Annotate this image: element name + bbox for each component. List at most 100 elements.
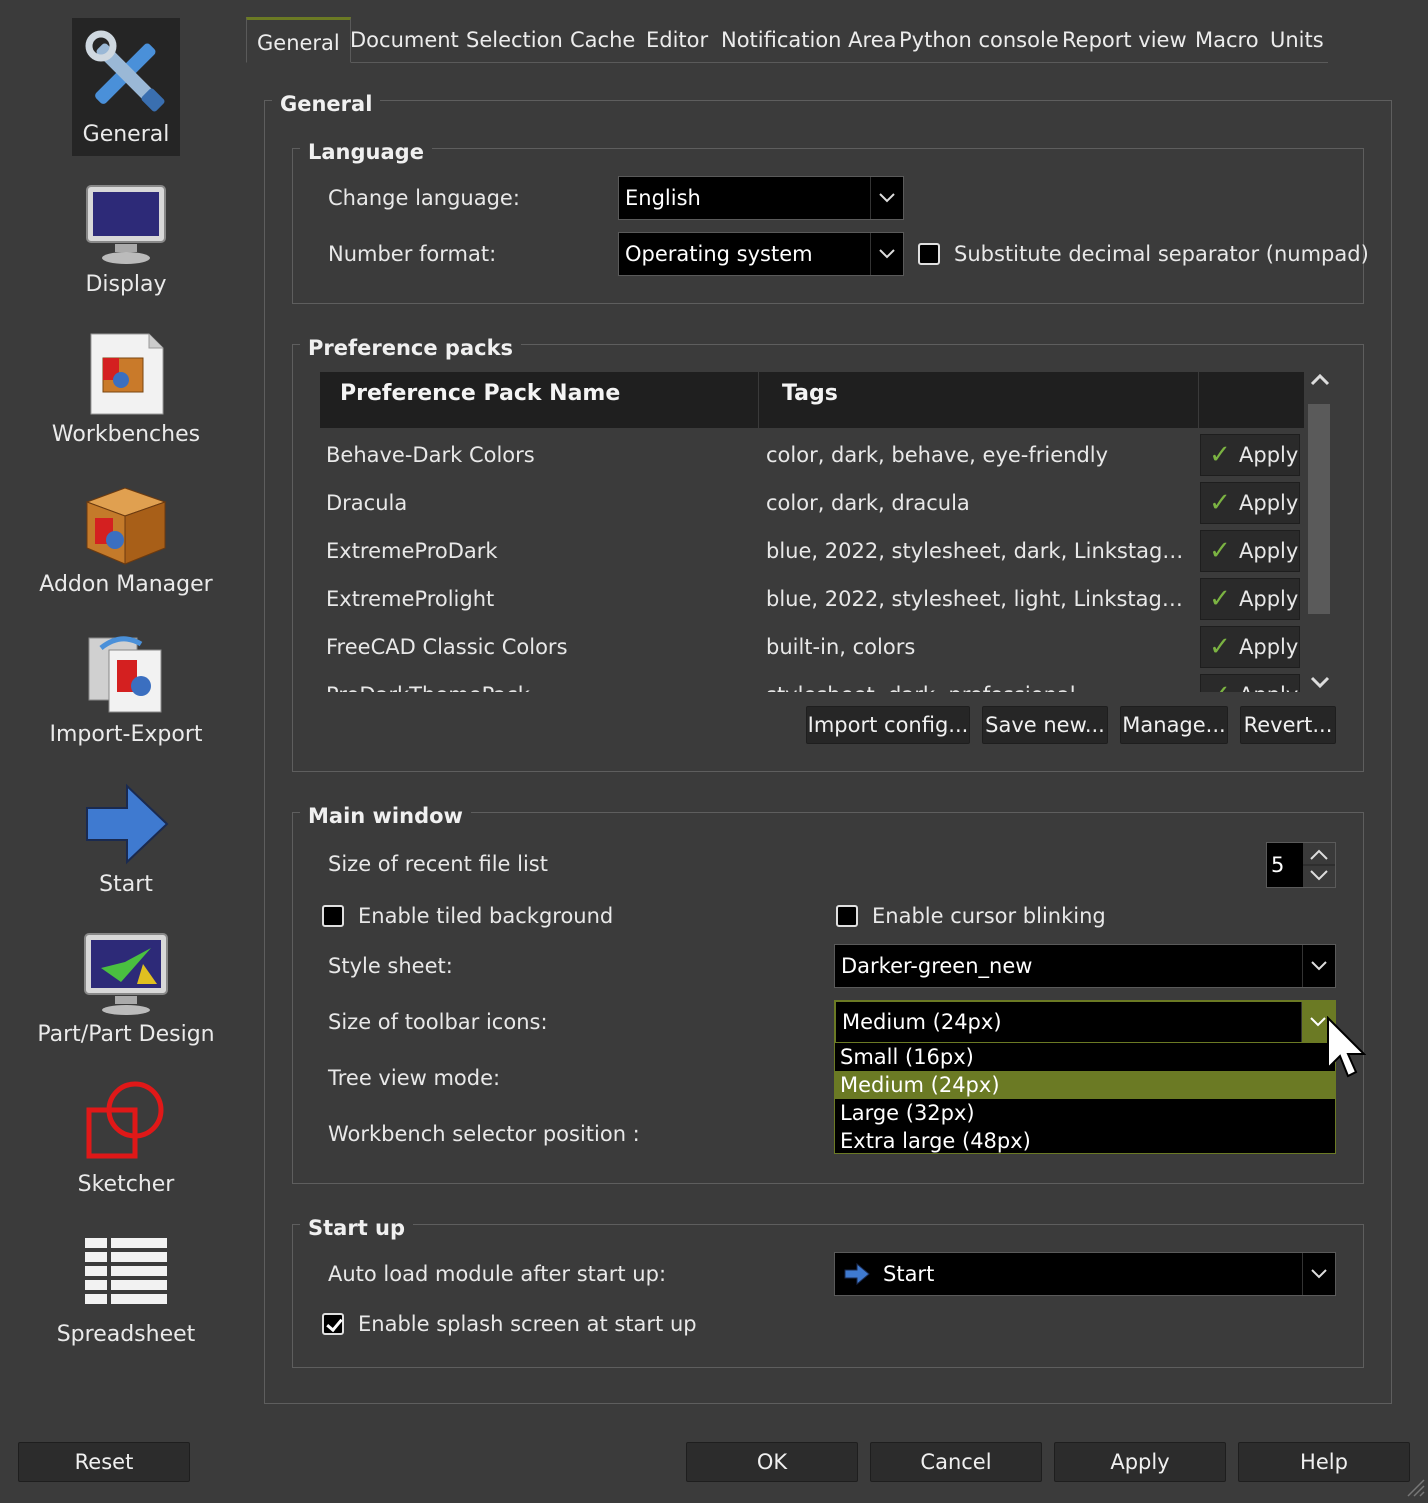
tab-report-view[interactable]: Report view <box>1062 18 1187 62</box>
reset-button[interactable]: Reset <box>18 1442 190 1482</box>
pack-tags-cell: blue, 2022, stylesheet, light, Linkstage… <box>766 587 1192 611</box>
apply-pack-label: Apply <box>1239 587 1299 611</box>
table-scrollbar[interactable] <box>1306 368 1334 694</box>
sidebar-item-general[interactable]: General <box>30 18 222 168</box>
sidebar-item-label: Workbenches <box>51 422 201 447</box>
table-row[interactable]: ProDarkThemePack stylesheet, dark, profes… <box>320 670 1304 692</box>
sidebar-item-workbenches[interactable]: Workbenches <box>30 318 222 468</box>
tiled-background-checkbox[interactable] <box>322 905 344 927</box>
tab-macro[interactable]: Macro <box>1195 18 1259 62</box>
revert-button[interactable]: Revert... <box>1240 706 1336 744</box>
monitor-icon <box>81 178 171 268</box>
tab-document[interactable]: Document <box>350 18 459 62</box>
pack-name-cell: FreeCAD Classic Colors <box>326 635 568 659</box>
resize-grip-icon[interactable] <box>1404 1476 1426 1498</box>
sidebar-item-import-export[interactable]: Import-Export <box>30 618 222 768</box>
language-select[interactable]: English <box>618 176 904 220</box>
tab-editor[interactable]: Editor <box>646 18 708 62</box>
table-row[interactable]: ExtremeProlight blue, 2022, stylesheet, l… <box>320 574 1304 622</box>
sidebar-item-spreadsheet[interactable]: Spreadsheet <box>30 1218 222 1368</box>
number-format-select-value: Operating system <box>625 242 813 266</box>
sidebar-item-label: General <box>82 122 170 147</box>
tab-general[interactable]: General <box>246 17 351 63</box>
mouse-cursor-icon <box>1326 1015 1367 1085</box>
dropdown-option-small[interactable]: Small (16px) <box>835 1043 1335 1071</box>
general-group-title: General <box>272 92 381 116</box>
sketcher-icon <box>81 1078 171 1168</box>
number-format-label: Number format: <box>328 242 497 266</box>
apply-pack-label: Apply <box>1239 635 1299 659</box>
cursor-blinking-label: Enable cursor blinking <box>872 904 1106 928</box>
apply-pack-label: Apply <box>1239 539 1299 563</box>
chevron-down-icon <box>870 233 903 275</box>
recent-file-spinbox[interactable]: 5 <box>1266 842 1336 888</box>
tree-view-mode-label: Tree view mode: <box>328 1066 501 1090</box>
apply-pack-button[interactable]: ✓ Apply <box>1200 578 1300 620</box>
apply-pack-button[interactable]: ✓ Apply <box>1200 530 1300 572</box>
sidebar-item-display[interactable]: Display <box>30 168 222 318</box>
tab-units[interactable]: Units <box>1270 18 1324 62</box>
sidebar-item-start[interactable]: Start <box>30 768 222 918</box>
tab-cache[interactable]: Cache <box>570 18 635 62</box>
arrow-right-icon <box>843 1262 871 1290</box>
preference-packs-title: Preference packs <box>300 336 522 360</box>
recent-file-list-label: Size of recent file list <box>328 852 548 876</box>
dropdown-option-large[interactable]: Large (32px) <box>835 1099 1335 1127</box>
chevron-down-icon <box>1302 1253 1335 1295</box>
table-row[interactable]: Dracula color, dark, dracula ✓ Apply <box>320 478 1304 526</box>
table-row[interactable]: Behave-Dark Colors color, dark, behave, e… <box>320 430 1304 478</box>
tab-python-console[interactable]: Python console <box>899 18 1059 62</box>
apply-pack-label: Apply <box>1239 491 1299 515</box>
apply-pack-button[interactable]: ✓ Apply <box>1200 674 1300 692</box>
sidebar-item-addon-manager[interactable]: Addon Manager <box>30 468 222 618</box>
startup-title: Start up <box>300 1216 414 1240</box>
apply-pack-button[interactable]: ✓ Apply <box>1200 482 1300 524</box>
pack-name-cell: ExtremeProDark <box>326 539 498 563</box>
substitute-decimal-label: Substitute decimal separator (numpad) <box>954 242 1369 266</box>
checkmark-icon: ✓ <box>1205 680 1235 692</box>
save-new-button[interactable]: Save new... <box>982 706 1108 744</box>
help-button[interactable]: Help <box>1238 1442 1410 1482</box>
checkmark-icon: ✓ <box>1209 488 1231 518</box>
sidebar-item-label: Sketcher <box>77 1172 175 1197</box>
table-row[interactable]: ExtremeProDark blue, 2022, stylesheet, da… <box>320 526 1304 574</box>
substitute-decimal-checkbox[interactable] <box>918 243 940 265</box>
import-export-icon <box>81 628 171 718</box>
tiled-background-label: Enable tiled background <box>358 904 614 928</box>
preference-packs-table: Preference Pack Name Tags Behave-Dark Co… <box>320 372 1304 692</box>
table-header: Preference Pack Name Tags <box>320 372 1304 428</box>
tab-selection[interactable]: Selection <box>466 18 563 62</box>
splash-screen-label: Enable splash screen at start up <box>358 1312 697 1336</box>
dropdown-option-extra-large[interactable]: Extra large (48px) <box>835 1127 1335 1155</box>
sidebar-item-sketcher[interactable]: Sketcher <box>30 1068 222 1218</box>
apply-pack-button[interactable]: ✓ Apply <box>1200 626 1300 668</box>
column-header-name[interactable]: Preference Pack Name <box>340 372 620 428</box>
table-row[interactable]: FreeCAD Classic Colors built-in, colors ✓ A… <box>320 622 1304 670</box>
cancel-button[interactable]: Cancel <box>870 1442 1042 1482</box>
autoload-select[interactable]: Start <box>834 1252 1336 1296</box>
sidebar-item-part-design[interactable]: Part/Part Design <box>30 918 222 1068</box>
toolbar-icons-value: Medium (24px) <box>842 1010 1002 1034</box>
ok-button[interactable]: OK <box>686 1442 858 1482</box>
spin-arrows[interactable] <box>1303 843 1335 887</box>
apply-button[interactable]: Apply <box>1054 1442 1226 1482</box>
import-config-button[interactable]: Import config... <box>806 706 970 744</box>
tab-bar: General Document Selection Cache Editor … <box>246 17 1328 63</box>
checkmark-icon: ✓ <box>1209 440 1231 470</box>
startup-group <box>292 1224 1364 1368</box>
dropdown-option-medium[interactable]: Medium (24px) <box>835 1071 1335 1099</box>
workbench-selector-label: Workbench selector position : <box>328 1122 640 1146</box>
autoload-label: Auto load module after start up: <box>328 1262 667 1286</box>
toolbar-icons-select[interactable]: Medium (24px) <box>834 1000 1336 1044</box>
pack-tags-cell: stylesheet, dark, professional <box>766 670 1192 692</box>
splash-screen-checkbox[interactable] <box>322 1313 344 1335</box>
cursor-blinking-checkbox[interactable] <box>836 905 858 927</box>
apply-pack-button[interactable]: ✓ Apply <box>1200 434 1300 476</box>
style-sheet-select[interactable]: Darker-green_new <box>834 944 1336 988</box>
sidebar-item-label: Part/Part Design <box>37 1022 215 1047</box>
column-header-tags[interactable]: Tags <box>782 372 838 428</box>
tab-notification-area[interactable]: Notification Area <box>721 18 897 62</box>
tools-icon <box>81 28 171 118</box>
manage-button[interactable]: Manage... <box>1120 706 1228 744</box>
number-format-select[interactable]: Operating system <box>618 232 904 276</box>
